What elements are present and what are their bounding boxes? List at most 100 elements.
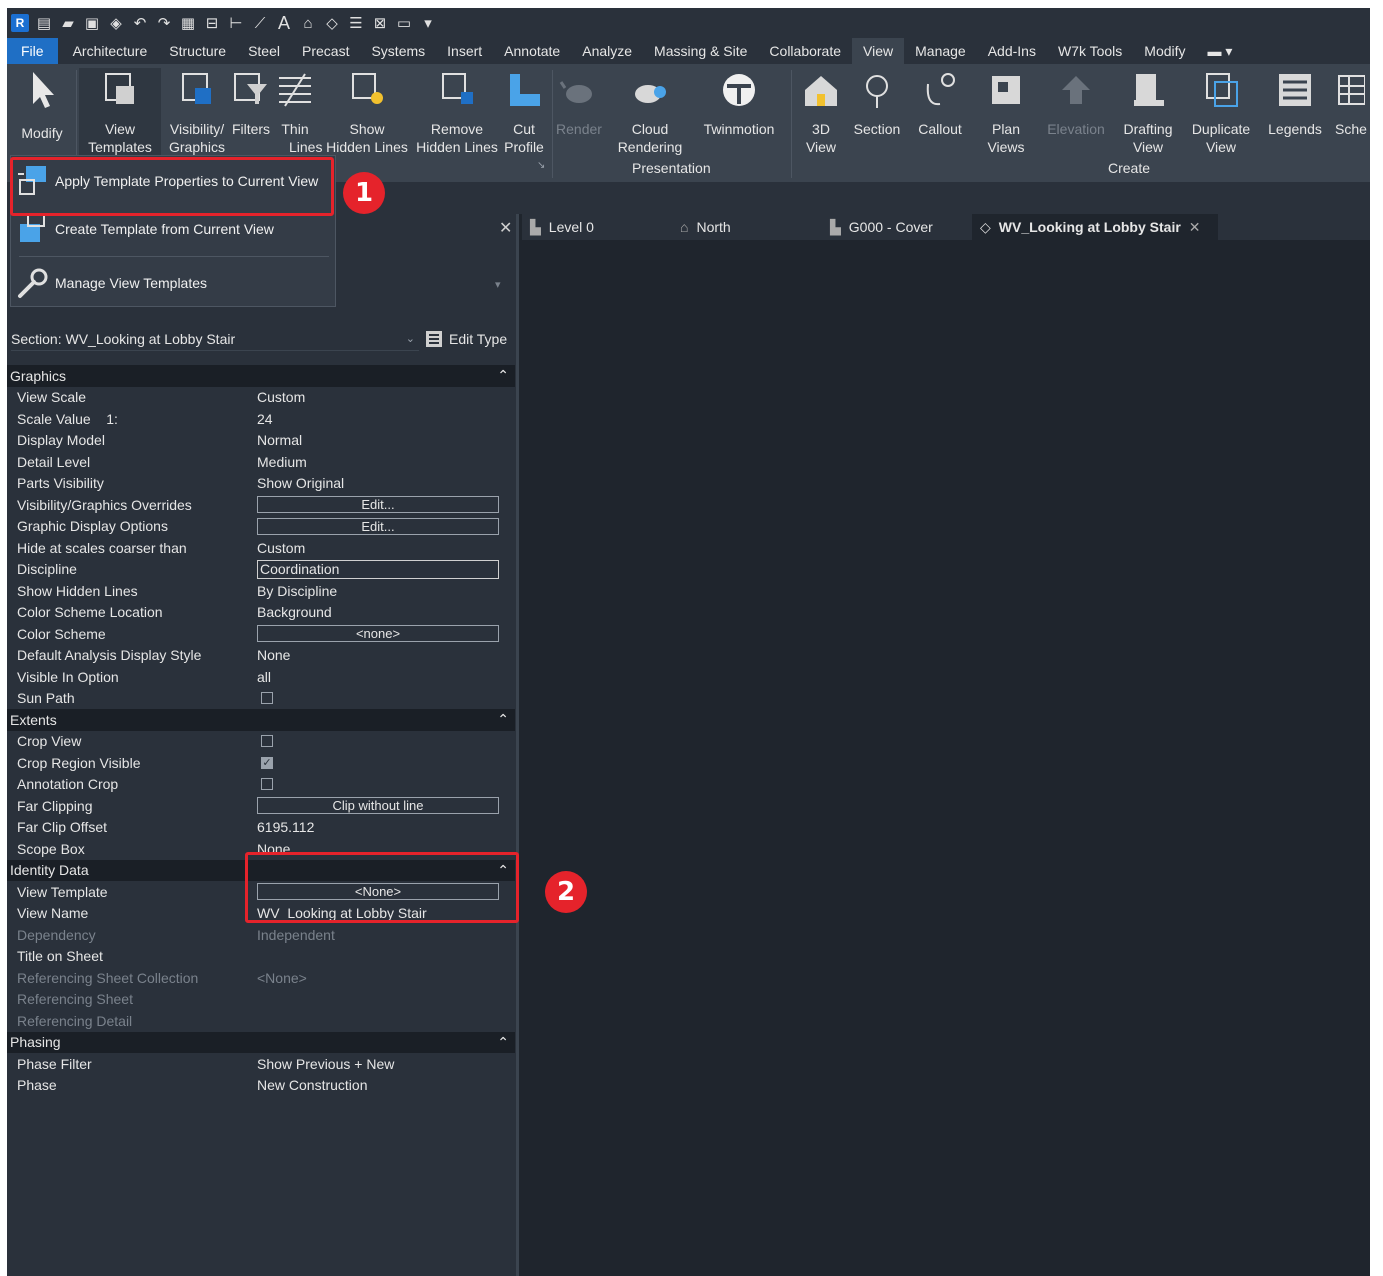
create-panel-label: Create xyxy=(1108,160,1151,176)
tag-icon[interactable]: ⟋ xyxy=(251,14,269,32)
highlight-view-template xyxy=(245,852,519,923)
tab-north[interactable]: ⌂ North xyxy=(672,214,822,240)
table-row: Visibility/Graphics Overrides Edit... xyxy=(7,494,515,516)
color-scheme-button[interactable]: <none> xyxy=(257,625,499,643)
graphic-display-edit-button[interactable]: Edit... xyxy=(257,517,499,535)
redo-icon[interactable]: ↷ xyxy=(155,14,173,32)
legends-button[interactable]: Legends xyxy=(1263,68,1327,138)
schedules-icon xyxy=(1335,68,1370,112)
step-badge-2: 2 xyxy=(545,871,587,913)
house-3d-icon xyxy=(801,68,841,112)
sun-path-checkbox[interactable] xyxy=(261,692,273,705)
vr-toggle-icon[interactable]: ▬ ▾ xyxy=(1197,38,1244,64)
manage-templates-menu-item[interactable]: Manage View Templates xyxy=(11,260,335,306)
edit-type-icon xyxy=(426,331,442,347)
home-icon[interactable]: ▤ xyxy=(35,14,53,32)
type-preview-dropdown-icon[interactable]: ▾ xyxy=(495,278,501,291)
revit-logo-icon[interactable]: R xyxy=(11,14,29,32)
table-row: Referencing Sheet xyxy=(17,991,133,1008)
tab-insert[interactable]: Insert xyxy=(436,38,493,64)
switch-windows-icon[interactable]: ▭ xyxy=(395,14,413,32)
properties-table: Graphics ⌃ View Scale Custom Scale Value 1… xyxy=(7,365,515,1096)
annotation-crop-checkbox[interactable] xyxy=(261,778,273,791)
graphics-panel-launcher-icon[interactable]: ↘ xyxy=(537,160,545,171)
save-icon[interactable]: ▣ xyxy=(83,14,101,32)
collapse-icon: ⌃ xyxy=(497,367,509,384)
measure-icon[interactable]: ⊟ xyxy=(203,14,221,32)
tab-modify[interactable]: Modify xyxy=(1133,38,1196,64)
remove-hidden-lines-button[interactable]: Remove Hidden Lines xyxy=(411,68,503,156)
far-clipping-button[interactable]: Clip without line xyxy=(257,797,499,815)
section-icon xyxy=(849,68,905,112)
sync-icon[interactable]: ◈ xyxy=(107,14,125,32)
customize-qat-icon[interactable]: ▾ xyxy=(419,14,437,32)
tab-level-0[interactable]: ▙ Level 0 xyxy=(522,214,672,240)
tab-wv-looking-at-lobby-stair[interactable]: ◇ WV_Looking at Lobby Stair ✕ xyxy=(972,214,1218,240)
tab-view[interactable]: View xyxy=(852,38,905,64)
table-row: Referencing Detail xyxy=(17,1012,133,1029)
tab-manage[interactable]: Manage xyxy=(904,38,977,64)
show-hidden-lines-button[interactable]: Show Hidden Lines xyxy=(321,68,413,156)
tab-analyze[interactable]: Analyze xyxy=(571,38,643,64)
tab-add-ins[interactable]: Add-Ins xyxy=(977,38,1047,64)
section-qat-icon[interactable]: ◇ xyxy=(323,14,341,32)
table-row: Hide at scales coarser than Custom xyxy=(17,539,306,556)
visibility-graphics-button[interactable]: Visibility/ Graphics xyxy=(165,68,229,156)
close-icon[interactable]: ✕ xyxy=(499,218,512,238)
tab-systems[interactable]: Systems xyxy=(360,38,436,64)
vg-overrides-edit-button[interactable]: Edit... xyxy=(257,496,499,514)
drafting-view-button[interactable]: Drafting View xyxy=(1117,68,1179,156)
tab-structure[interactable]: Structure xyxy=(158,38,237,64)
chevron-down-icon: ⌄ xyxy=(405,333,415,345)
table-row: Crop View xyxy=(7,731,515,753)
table-row: Dependency Independent xyxy=(17,926,335,943)
table-row: Default Analysis Display Style None xyxy=(17,647,291,664)
table-row: Annotation Crop xyxy=(7,774,515,796)
group-extents[interactable]: Extents ⌃ xyxy=(7,709,515,731)
tab-precast[interactable]: Precast xyxy=(291,38,360,64)
table-row: Phase New Construction xyxy=(17,1077,368,1094)
tab-w7k-tools[interactable]: W7k Tools xyxy=(1047,38,1133,64)
ribbon-tabs: File Architecture Structure Steel Precas… xyxy=(7,38,1370,64)
tab-architecture[interactable]: Architecture xyxy=(62,38,159,64)
aligned-dimension-icon[interactable]: ⊢ xyxy=(227,14,245,32)
cut-profile-button[interactable]: Cut Profile xyxy=(501,68,547,156)
plan-views-button[interactable]: Plan Views xyxy=(979,68,1033,156)
open-icon[interactable]: ▰ xyxy=(59,14,77,32)
thin-lines-qat-icon[interactable]: ☰ xyxy=(347,14,365,32)
type-selector[interactable]: Section: WV_Looking at Lobby Stair ⌄ xyxy=(11,327,419,351)
text-icon[interactable]: A xyxy=(275,13,293,33)
thin-lines-button[interactable]: Thin Lines xyxy=(275,68,322,156)
group-graphics[interactable]: Graphics ⌃ xyxy=(7,365,515,387)
duplicate-view-button[interactable]: Duplicate View xyxy=(1185,68,1257,156)
table-row: Title on Sheet xyxy=(17,948,103,965)
default-3d-icon[interactable]: ⌂ xyxy=(299,14,317,32)
print-icon[interactable]: ▦ xyxy=(179,14,197,32)
tab-g000-cover[interactable]: ▙ G000 - Cover xyxy=(822,214,972,240)
tab-file[interactable]: File xyxy=(7,38,58,64)
3d-view-button[interactable]: 3D View xyxy=(801,68,841,156)
crop-region-visible-checkbox[interactable]: ✓ xyxy=(261,756,273,769)
discipline-field[interactable]: Coordination xyxy=(257,559,499,579)
tab-massing-site[interactable]: Massing & Site xyxy=(643,38,758,64)
drawing-canvas[interactable] xyxy=(522,240,1370,1276)
tab-annotate[interactable]: Annotate xyxy=(493,38,571,64)
modify-button[interactable]: Modify xyxy=(11,68,73,142)
close-tab-icon[interactable]: ✕ xyxy=(1189,219,1201,236)
filters-button[interactable]: Filters xyxy=(231,68,271,138)
twinmotion-button[interactable]: Twinmotion xyxy=(699,68,779,138)
crop-view-checkbox[interactable] xyxy=(261,735,273,748)
edit-type-button[interactable]: Edit Type xyxy=(425,330,507,348)
group-phasing[interactable]: Phasing ⌃ xyxy=(7,1031,515,1053)
collapse-icon: ⌃ xyxy=(497,1033,509,1050)
tab-collaborate[interactable]: Collaborate xyxy=(758,38,852,64)
close-hidden-icon[interactable]: ⊠ xyxy=(371,14,389,32)
section-button[interactable]: Section xyxy=(849,68,905,138)
callout-button[interactable]: Callout xyxy=(913,68,967,138)
cloud-rendering-button[interactable]: Cloud Rendering xyxy=(613,68,687,156)
view-templates-button[interactable]: View Templates xyxy=(79,68,161,160)
tab-steel[interactable]: Steel xyxy=(237,38,291,64)
schedules-button[interactable]: Sche xyxy=(1335,68,1370,138)
undo-icon[interactable]: ↶ xyxy=(131,14,149,32)
cloud-teapot-icon xyxy=(613,68,687,112)
